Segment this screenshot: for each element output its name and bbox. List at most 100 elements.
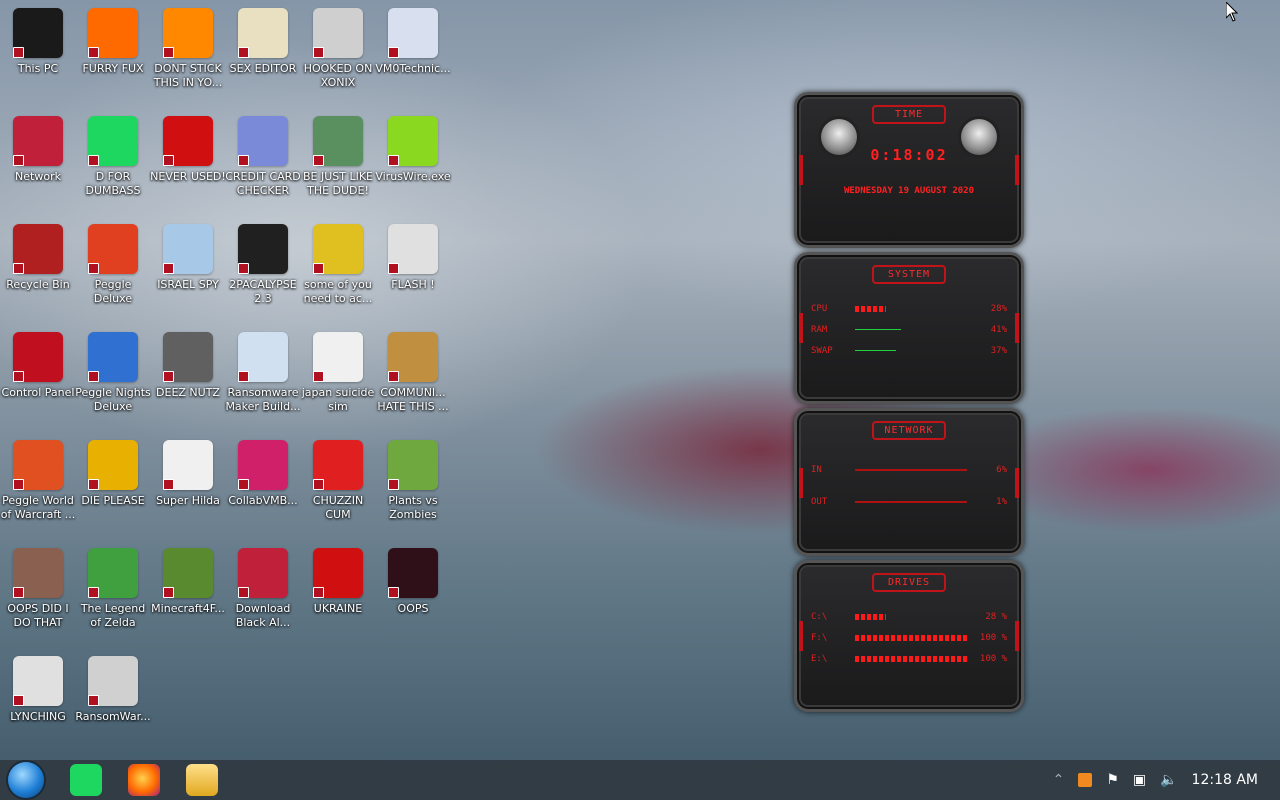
desktop-icon[interactable]: Download Black Al... [225, 548, 301, 630]
network-rows: IN 6% OUT 1% [811, 454, 1007, 518]
desktop-icon-label: Download Black Al... [235, 602, 291, 629]
radiation-icon [313, 548, 363, 598]
drive-row-label: E:\ [811, 653, 828, 664]
desktop-icon[interactable]: Minecraft4F... [150, 548, 226, 616]
network-usage-fill [855, 501, 967, 503]
desktop-icon-label: Minecraft4F... [151, 602, 225, 615]
desktop-icon[interactable]: CREDIT CARD CHECKER [225, 116, 301, 198]
desktop-icon-label: D FOR DUMBASS [85, 170, 141, 197]
desktop-icon[interactable]: NEVER USED! [150, 116, 226, 184]
desktop-icon[interactable]: VM0Technic... [375, 8, 451, 76]
shortcut-badge-icon [88, 695, 99, 706]
shortcut-badge-icon [13, 371, 24, 382]
system-usage-bar [855, 305, 967, 312]
drive-usage-bar [855, 655, 967, 662]
desktop-icon[interactable]: FLASH ! [375, 224, 451, 292]
xonix-icon [313, 8, 363, 58]
system-usage-fill [855, 349, 897, 351]
desktop-icon-label: Ransomware Maker Build... [225, 386, 301, 413]
flag-icon[interactable]: ⚑ [1106, 772, 1119, 788]
system-tray: ⌃ ⚑ ▣ 🔈 12:18 AM [1053, 772, 1280, 788]
network-usage-fill [855, 469, 967, 471]
desktop-icon[interactable]: Peggle Deluxe [75, 224, 151, 306]
shortcut-badge-icon [163, 371, 174, 382]
shortcut-badge-icon [163, 479, 174, 490]
system-rows: CPU 28% RAM 41% SWAP 37% [811, 298, 1007, 361]
desktop-icon[interactable]: some of you need to ac... [300, 224, 376, 306]
desktop-icon[interactable]: Plants vs Zombies [375, 440, 451, 522]
skull-icon [88, 656, 138, 706]
shortcut-badge-icon [13, 479, 24, 490]
shortcut-badge-icon [88, 47, 99, 58]
desktop-icon[interactable]: SEX EDITOR [225, 8, 301, 76]
desktop-icon-label: Plants vs Zombies [388, 494, 438, 521]
desktop-icon[interactable]: Peggle World of Warcraft ... [0, 440, 76, 522]
desktop-icon[interactable]: OOPS [375, 548, 451, 616]
system-row-label: CPU [811, 303, 828, 314]
volume-icon[interactable]: 🔈 [1160, 772, 1177, 788]
network-row: OUT 1% [811, 486, 1007, 518]
shortcut-badge-icon [313, 263, 324, 274]
desktop-icon-label: BE JUST LIKE THE DUDE! [302, 170, 374, 197]
system-usage-fill [855, 328, 901, 330]
desktop-icon-label: OOPS [397, 602, 429, 615]
desktop-icon-label: COMMUNI... HATE THIS ... [377, 386, 449, 413]
shortcut-badge-icon [313, 371, 324, 382]
desktop-icon[interactable]: The Legend of Zelda [75, 548, 151, 630]
drive-usage-fill [855, 613, 887, 620]
chevron-up-icon[interactable]: ⌃ [1053, 772, 1065, 788]
desktop-icon[interactable]: japan suicide sim [300, 332, 376, 414]
desktop-icon[interactable]: DEEZ NUTZ [150, 332, 226, 400]
drive-usage-bar [855, 634, 967, 641]
portrait-icon [13, 548, 63, 598]
file-explorer-icon[interactable] [186, 764, 218, 796]
desktop-icon[interactable]: Control Panel [0, 332, 76, 400]
shortcut-badge-icon [163, 263, 174, 274]
desktop-icon[interactable]: HOOKED ON XONIX [300, 8, 376, 90]
desktop-icon[interactable]: Super Hilda [150, 440, 226, 508]
desktop-icon[interactable]: UKRAINE [300, 548, 376, 616]
flower-icon [388, 440, 438, 490]
desktop-icon[interactable]: D FOR DUMBASS [75, 116, 151, 198]
desktop-icon[interactable]: DONT STICK THIS IN YO... [150, 8, 226, 90]
system-row-value: 37% [990, 345, 1007, 356]
desktop-icon[interactable]: Ransomware Maker Build... [225, 332, 301, 414]
desktop-icon[interactable]: 2PACALYPSE 2.3 [225, 224, 301, 306]
network-usage-bar [855, 499, 967, 505]
shortcut-badge-icon [313, 587, 324, 598]
desktop-icon[interactable]: Recycle Bin [0, 224, 76, 292]
tray-app-icon[interactable] [1078, 773, 1093, 787]
desktop-icon[interactable]: DIE PLEASE [75, 440, 151, 508]
system-usage-bar [855, 327, 967, 333]
alien-head-icon [821, 119, 857, 155]
desktop-icon-label: CHUZZIN CUM [312, 494, 364, 521]
system-usage-fill [855, 305, 887, 312]
desktop-icon[interactable]: ISRAEL SPY [150, 224, 226, 292]
system-row: SWAP 37% [811, 340, 1007, 361]
network-icon[interactable]: ▣ [1133, 772, 1146, 788]
desktop-icon[interactable]: FURRY FUX [75, 8, 151, 76]
network-row-value: 6% [996, 465, 1007, 475]
start-orb-icon[interactable] [8, 762, 44, 798]
desktop-icon[interactable]: This PC [0, 8, 76, 76]
drive-usage-fill [855, 634, 967, 641]
desktop-icon[interactable]: CHUZZIN CUM [300, 440, 376, 522]
desktop-icon[interactable]: CollabVMB... [225, 440, 301, 508]
desktop-icon[interactable]: Peggle Nights Deluxe [75, 332, 151, 414]
desktop-icon[interactable]: OOPS DID I DO THAT [0, 548, 76, 630]
desktop-icon-label: DIE PLEASE [81, 494, 145, 507]
desktop-icon[interactable]: BE JUST LIKE THE DUDE! [300, 116, 376, 198]
desktop-icon[interactable]: COMMUNI... HATE THIS ... [375, 332, 451, 414]
alien-globe-icon [13, 116, 63, 166]
firefox-icon[interactable] [128, 764, 160, 796]
desktop-icon[interactable]: Network [0, 116, 76, 184]
shortcut-badge-icon [238, 263, 249, 274]
desktop-icon[interactable]: LYNCHING [0, 656, 76, 724]
chat-app-icon[interactable] [70, 764, 102, 796]
desktop-icon[interactable]: RansomWar... [75, 656, 151, 724]
desktop-icon-label: FLASH ! [391, 278, 435, 291]
taskbar-clock[interactable]: 12:18 AM [1192, 772, 1258, 788]
desktop-icon-label: VM0Technic... [375, 62, 451, 75]
windows-stack-icon [163, 332, 213, 382]
desktop-icon[interactable]: VirusWire.exe [375, 116, 451, 184]
